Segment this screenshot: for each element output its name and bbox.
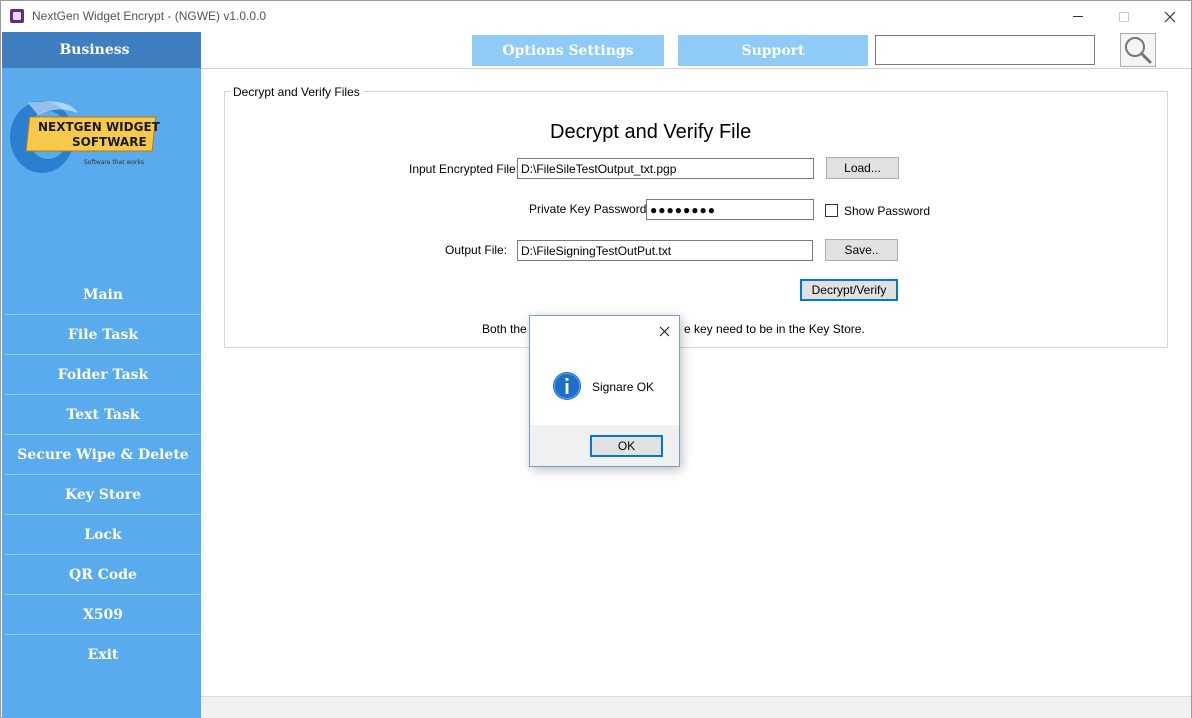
dialog-ok-button[interactable]: OK — [590, 435, 663, 457]
sidebar-item-lock[interactable]: Lock — [5, 515, 201, 555]
save-button[interactable]: Save.. — [825, 239, 898, 261]
support-button[interactable]: Support — [678, 35, 868, 66]
dialog-message: Signare OK — [592, 380, 655, 394]
sidebar-item-text-task[interactable]: Text Task — [5, 395, 201, 435]
svg-text:SOFTWARE: SOFTWARE — [72, 135, 147, 149]
sidebar-item-exit[interactable]: Exit — [5, 635, 201, 675]
close-icon — [1164, 11, 1176, 22]
message-dialog: Signare OK OK — [529, 315, 680, 467]
load-button[interactable]: Load... — [826, 157, 899, 179]
svg-text:Software that works: Software that works — [84, 159, 144, 166]
title-bar: NextGen Widget Encrypt - (NGWE) v1.0.0.0 — [1, 1, 1191, 32]
sidebar-nav: Main File Task Folder Task Text Task Sec… — [5, 275, 201, 675]
output-file-label: Output File: — [445, 243, 508, 257]
svg-text:NEXTGEN WIDGET: NEXTGEN WIDGET — [38, 120, 161, 134]
info-note-right: e key need to be in the Key Store. — [684, 322, 865, 336]
info-icon — [553, 372, 581, 400]
search-button[interactable] — [1120, 33, 1156, 67]
page-title: Decrypt and Verify File — [550, 121, 752, 143]
sidebar-item-x509[interactable]: X509 — [5, 595, 201, 635]
password-label: Private Key Password: — [529, 202, 650, 216]
input-file-field[interactable]: D:\FileSileTestOutput_txt.pgp — [517, 158, 814, 179]
input-file-label: Input Encrypted File: — [409, 162, 520, 176]
password-field[interactable]: ●●●●●●●● — [646, 199, 814, 220]
company-logo: NEXTGEN WIDGET SOFTWARE Software that wo… — [10, 101, 161, 173]
sidebar-item-main[interactable]: Main — [5, 275, 201, 315]
app-window: NextGen Widget Encrypt - (NGWE) v1.0.0.0… — [0, 0, 1192, 718]
decrypt-verify-button[interactable]: Decrypt/Verify — [800, 279, 898, 301]
minimize-icon — [1073, 16, 1083, 17]
sidebar-item-file-task[interactable]: File Task — [5, 315, 201, 355]
group-title: Decrypt and Verify Files — [230, 85, 363, 99]
show-password-label[interactable]: Show Password — [844, 204, 930, 218]
output-file-field[interactable]: D:\FileSigningTestOutPut.txt — [517, 240, 813, 261]
maximize-button[interactable] — [1101, 1, 1147, 32]
sidebar-item-key-store[interactable]: Key Store — [5, 475, 201, 515]
search-input[interactable] — [875, 35, 1095, 65]
search-icon — [1125, 37, 1152, 64]
close-button[interactable] — [1147, 1, 1192, 32]
status-strip — [201, 696, 1191, 718]
sidebar-item-qr-code[interactable]: QR Code — [5, 555, 201, 595]
sidebar: Business NEXTGEN WIDGET SOFTWARE Softwar… — [2, 32, 201, 718]
close-icon — [659, 326, 669, 336]
window-title: NextGen Widget Encrypt - (NGWE) v1.0.0.0 — [32, 9, 267, 23]
dialog-footer: OK — [530, 425, 679, 466]
options-settings-button[interactable]: Options Settings — [472, 35, 664, 66]
topbar-divider — [201, 68, 1191, 69]
app-icon — [10, 9, 24, 23]
sidebar-header: Business — [2, 32, 201, 68]
show-password-checkbox[interactable] — [825, 204, 838, 217]
sidebar-item-folder-task[interactable]: Folder Task — [5, 355, 201, 395]
minimize-button[interactable] — [1055, 1, 1101, 32]
dialog-close-button[interactable] — [652, 320, 676, 342]
maximize-icon — [1119, 11, 1129, 22]
sidebar-item-secure-wipe[interactable]: Secure Wipe & Delete — [5, 435, 201, 475]
